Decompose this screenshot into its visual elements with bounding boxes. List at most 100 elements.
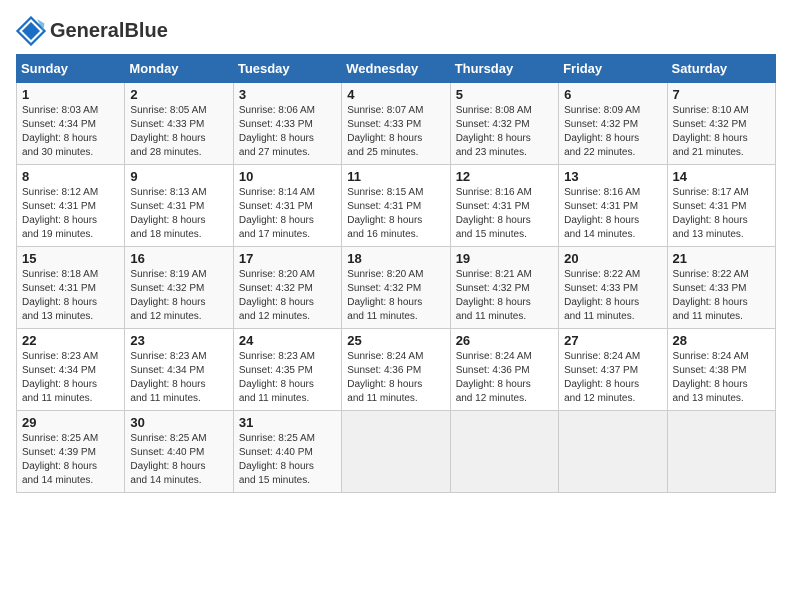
- day-info: Sunrise: 8:23 AM Sunset: 4:34 PM Dayligh…: [130, 350, 227, 406]
- table-row: 16Sunrise: 8:19 AM Sunset: 4:32 PM Dayli…: [125, 247, 233, 329]
- table-row: 1Sunrise: 8:03 AM Sunset: 4:34 PM Daylig…: [17, 83, 125, 165]
- table-row: 8 Sunrise: 8:12 AM Sunset: 4:31 PM Daylig…: [17, 165, 125, 247]
- table-row: 3 Sunrise: 8:06 AM Sunset: 4:33 PM Daylig…: [233, 83, 341, 165]
- day-info: Sunrise: 8:19 AM Sunset: 4:32 PM Dayligh…: [130, 268, 227, 324]
- col-header-tuesday: Tuesday: [233, 55, 341, 83]
- day-info: Sunrise: 8:16 AM Sunset: 4:31 PM Dayligh…: [456, 186, 553, 242]
- day-info: Sunrise: 8:24 AM Sunset: 4:36 PM Dayligh…: [456, 350, 553, 406]
- day-info: Sunrise: 8:17 AM Sunset: 4:31 PM Dayligh…: [673, 186, 770, 242]
- day-info: Sunrise: 8:15 AM Sunset: 4:31 PM Dayligh…: [347, 186, 444, 242]
- day-info: Sunrise: 8:23 AM Sunset: 4:34 PM Dayligh…: [22, 350, 119, 406]
- day-number: 14: [673, 169, 770, 184]
- day-number: 30: [130, 415, 227, 430]
- day-info: Sunrise: 8:08 AM Sunset: 4:32 PM Dayligh…: [456, 104, 553, 160]
- day-info: Sunrise: 8:21 AM Sunset: 4:32 PM Dayligh…: [456, 268, 553, 324]
- day-number: 18: [347, 251, 444, 266]
- day-number: 4: [347, 87, 444, 102]
- col-header-monday: Monday: [125, 55, 233, 83]
- table-row: 11 Sunrise: 8:15 AM Sunset: 4:31 PM Dayli…: [342, 165, 450, 247]
- logo-general: General: [50, 20, 124, 42]
- table-row: 6 Sunrise: 8:09 AM Sunset: 4:32 PM Daylig…: [559, 83, 667, 165]
- day-number: 7: [673, 87, 770, 102]
- table-row: 29 Sunrise: 8:25 AM Sunset: 4:39 PM Dayli…: [17, 411, 125, 493]
- table-row: [559, 411, 667, 493]
- calendar-table: SundayMondayTuesdayWednesdayThursdayFrid…: [16, 54, 776, 493]
- day-info: Sunrise: 8:25 AM Sunset: 4:39 PM Dayligh…: [22, 432, 119, 488]
- day-info: Sunrise: 8:24 AM Sunset: 4:36 PM Dayligh…: [347, 350, 444, 406]
- day-number: 22: [22, 333, 119, 348]
- day-number: 13: [564, 169, 661, 184]
- day-info: Sunrise: 8:24 AM Sunset: 4:37 PM Dayligh…: [564, 350, 661, 406]
- col-header-friday: Friday: [559, 55, 667, 83]
- day-number: 21: [673, 251, 770, 266]
- day-number: 24: [239, 333, 336, 348]
- table-row: 19 Sunrise: 8:21 AM Sunset: 4:32 PM Dayli…: [450, 247, 558, 329]
- day-info: Sunrise: 8:25 AM Sunset: 4:40 PM Dayligh…: [130, 432, 227, 488]
- col-header-thursday: Thursday: [450, 55, 558, 83]
- table-row: 17 Sunrise: 8:20 AM Sunset: 4:32 PM Dayli…: [233, 247, 341, 329]
- table-row: 23 Sunrise: 8:23 AM Sunset: 4:34 PM Dayli…: [125, 329, 233, 411]
- day-info: Sunrise: 8:24 AM Sunset: 4:38 PM Dayligh…: [673, 350, 770, 406]
- table-row: 14 Sunrise: 8:17 AM Sunset: 4:31 PM Dayli…: [667, 165, 775, 247]
- table-row: 7 Sunrise: 8:10 AM Sunset: 4:32 PM Daylig…: [667, 83, 775, 165]
- day-number: 27: [564, 333, 661, 348]
- day-info: Sunrise: 8:22 AM Sunset: 4:33 PM Dayligh…: [673, 268, 770, 324]
- col-header-sunday: Sunday: [17, 55, 125, 83]
- logo-icon: [16, 16, 46, 46]
- day-info: Sunrise: 8:16 AM Sunset: 4:31 PM Dayligh…: [564, 186, 661, 242]
- table-row: 27 Sunrise: 8:24 AM Sunset: 4:37 PM Dayli…: [559, 329, 667, 411]
- day-number: 2: [130, 87, 227, 102]
- day-number: 28: [673, 333, 770, 348]
- table-row: 22 Sunrise: 8:23 AM Sunset: 4:34 PM Dayli…: [17, 329, 125, 411]
- day-number: 8: [22, 169, 119, 184]
- day-number: 20: [564, 251, 661, 266]
- day-number: 10: [239, 169, 336, 184]
- day-number: 17: [239, 251, 336, 266]
- table-row: 21 Sunrise: 8:22 AM Sunset: 4:33 PM Dayli…: [667, 247, 775, 329]
- table-row: 30 Sunrise: 8:25 AM Sunset: 4:40 PM Dayli…: [125, 411, 233, 493]
- day-number: 11: [347, 169, 444, 184]
- day-number: 9: [130, 169, 227, 184]
- day-number: 5: [456, 87, 553, 102]
- logo: GeneralBlue: [16, 16, 168, 46]
- day-info: Sunrise: 8:14 AM Sunset: 4:31 PM Dayligh…: [239, 186, 336, 242]
- day-number: 19: [456, 251, 553, 266]
- day-info: Sunrise: 8:12 AM Sunset: 4:31 PM Dayligh…: [22, 186, 119, 242]
- table-row: 18 Sunrise: 8:20 AM Sunset: 4:32 PM Dayli…: [342, 247, 450, 329]
- day-number: 15: [22, 251, 119, 266]
- table-row: 13 Sunrise: 8:16 AM Sunset: 4:31 PM Dayli…: [559, 165, 667, 247]
- logo-blue-text: Blue: [124, 20, 167, 42]
- table-row: 28 Sunrise: 8:24 AM Sunset: 4:38 PM Dayli…: [667, 329, 775, 411]
- page-header: GeneralBlue: [16, 16, 776, 46]
- day-info: Sunrise: 8:13 AM Sunset: 4:31 PM Dayligh…: [130, 186, 227, 242]
- day-info: Sunrise: 8:22 AM Sunset: 4:33 PM Dayligh…: [564, 268, 661, 324]
- table-row: 9 Sunrise: 8:13 AM Sunset: 4:31 PM Daylig…: [125, 165, 233, 247]
- day-number: 23: [130, 333, 227, 348]
- table-row: 2 Sunrise: 8:05 AM Sunset: 4:33 PM Daylig…: [125, 83, 233, 165]
- day-info: Sunrise: 8:05 AM Sunset: 4:33 PM Dayligh…: [130, 104, 227, 160]
- day-info: Sunrise: 8:09 AM Sunset: 4:32 PM Dayligh…: [564, 104, 661, 160]
- day-number: 26: [456, 333, 553, 348]
- table-row: [667, 411, 775, 493]
- day-info: Sunrise: 8:20 AM Sunset: 4:32 PM Dayligh…: [239, 268, 336, 324]
- day-number: 29: [22, 415, 119, 430]
- day-info: Sunrise: 8:18 AM Sunset: 4:31 PM Dayligh…: [22, 268, 119, 324]
- day-info: Sunrise: 8:10 AM Sunset: 4:32 PM Dayligh…: [673, 104, 770, 160]
- day-number: 1: [22, 87, 119, 102]
- table-row: 31Sunrise: 8:25 AM Sunset: 4:40 PM Dayli…: [233, 411, 341, 493]
- table-row: 4 Sunrise: 8:07 AM Sunset: 4:33 PM Daylig…: [342, 83, 450, 165]
- day-info: Sunrise: 8:07 AM Sunset: 4:33 PM Dayligh…: [347, 104, 444, 160]
- day-info: Sunrise: 8:06 AM Sunset: 4:33 PM Dayligh…: [239, 104, 336, 160]
- day-info: Sunrise: 8:23 AM Sunset: 4:35 PM Dayligh…: [239, 350, 336, 406]
- table-row: 12Sunrise: 8:16 AM Sunset: 4:31 PM Dayli…: [450, 165, 558, 247]
- day-info: Sunrise: 8:20 AM Sunset: 4:32 PM Dayligh…: [347, 268, 444, 324]
- table-row: 24 Sunrise: 8:23 AM Sunset: 4:35 PM Dayli…: [233, 329, 341, 411]
- col-header-saturday: Saturday: [667, 55, 775, 83]
- day-number: 3: [239, 87, 336, 102]
- table-row: 10 Sunrise: 8:14 AM Sunset: 4:31 PM Dayli…: [233, 165, 341, 247]
- table-row: 15 Sunrise: 8:18 AM Sunset: 4:31 PM Dayli…: [17, 247, 125, 329]
- day-number: 6: [564, 87, 661, 102]
- table-row: 5 Sunrise: 8:08 AM Sunset: 4:32 PM Daylig…: [450, 83, 558, 165]
- col-header-wednesday: Wednesday: [342, 55, 450, 83]
- table-row: 20 Sunrise: 8:22 AM Sunset: 4:33 PM Dayli…: [559, 247, 667, 329]
